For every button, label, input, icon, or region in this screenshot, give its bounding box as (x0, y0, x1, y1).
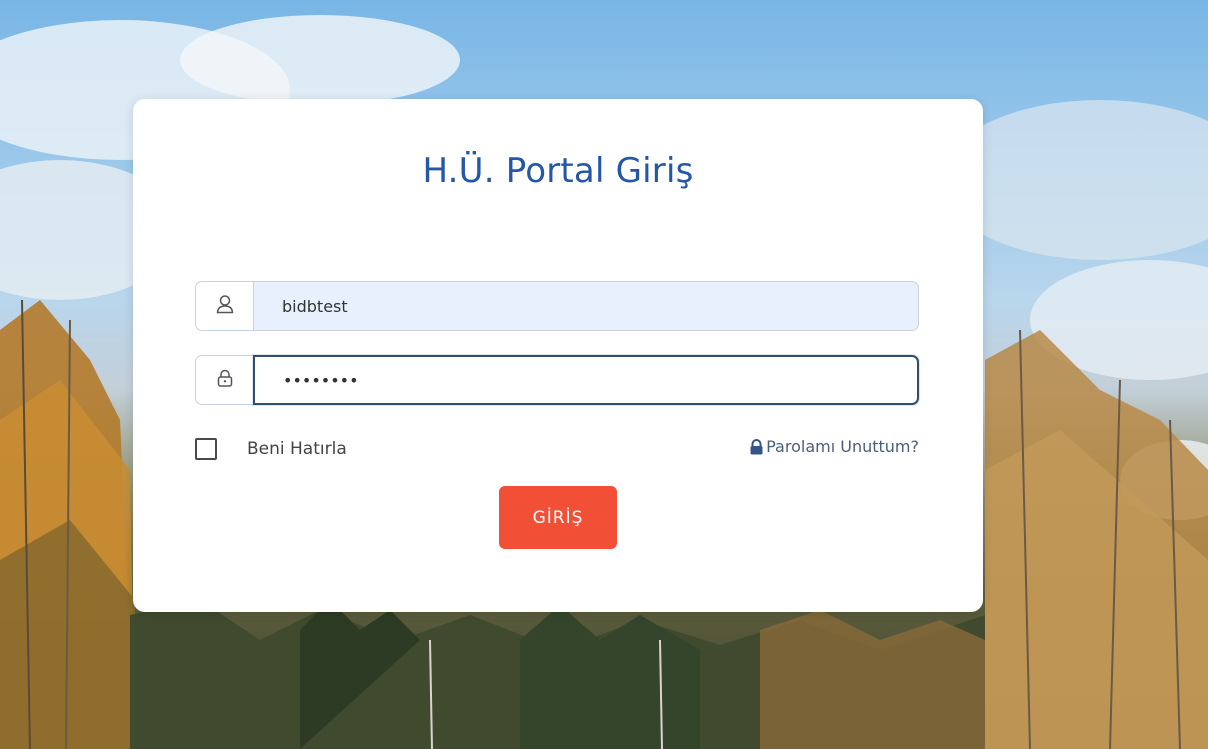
login-button[interactable]: GİRİŞ (499, 486, 617, 549)
remember-me-checkbox[interactable] (195, 438, 217, 460)
forgot-password-link[interactable]: Parolamı Unuttum? (749, 437, 919, 456)
password-group (195, 355, 919, 405)
lock-icon (217, 369, 233, 391)
username-input[interactable] (253, 281, 919, 331)
forgot-password-label: Parolamı Unuttum? (766, 437, 919, 456)
remember-me: Beni Hatırla (195, 438, 347, 460)
forgot-lock-icon (749, 438, 764, 455)
password-addon (195, 355, 253, 405)
user-icon (216, 294, 234, 318)
page-title: H.Ü. Portal Giriş (422, 151, 694, 191)
password-input[interactable] (253, 355, 919, 405)
remember-me-label[interactable]: Beni Hatırla (247, 439, 347, 459)
username-group (195, 281, 919, 331)
username-addon (195, 281, 253, 331)
login-card: H.Ü. Portal Giriş Beni H (133, 99, 983, 612)
